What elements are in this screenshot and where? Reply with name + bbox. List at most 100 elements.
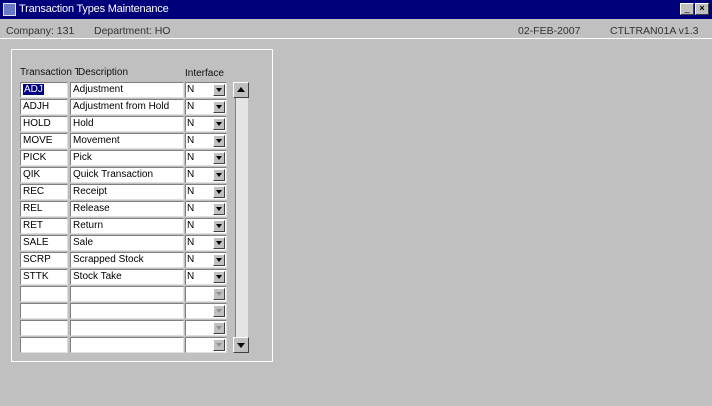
app-icon [3, 3, 16, 16]
description-field[interactable]: Quick Transaction [70, 167, 184, 183]
interface-value: N [187, 84, 195, 95]
type-code-text: ADJ [23, 84, 44, 95]
type-code-field[interactable]: MOVE [20, 133, 68, 149]
description-field[interactable] [70, 303, 184, 319]
type-code-field[interactable] [20, 320, 68, 336]
interface-value: N [187, 169, 195, 180]
header-divider [0, 38, 712, 39]
type-code-field[interactable]: HOLD [20, 116, 68, 132]
description-field[interactable] [70, 337, 184, 353]
interface-value: N [187, 220, 195, 231]
type-code-text: RET [23, 220, 43, 231]
interface-select[interactable] [185, 303, 227, 319]
type-code-field[interactable]: SCRP [20, 252, 68, 268]
description-field[interactable]: Stock Take [70, 269, 184, 285]
date-label: 02-FEB-2007 [518, 25, 581, 37]
type-code-field[interactable]: RET [20, 218, 68, 234]
chevron-down-icon[interactable] [213, 203, 225, 215]
description-field[interactable]: Receipt [70, 184, 184, 200]
type-code-field[interactable] [20, 303, 68, 319]
description-field[interactable]: Adjustment [70, 82, 184, 98]
interface-select[interactable]: N [185, 252, 227, 268]
type-code-field[interactable]: REC [20, 184, 68, 200]
interface-value: N [187, 203, 195, 214]
interface-select[interactable]: N [185, 133, 227, 149]
context-bar: Company: 131 Department: HO 02-FEB-2007 … [0, 22, 712, 38]
chevron-down-icon[interactable] [213, 339, 225, 351]
interface-select[interactable]: N [185, 167, 227, 183]
title-bar: Transaction Types Maintenance _ × [0, 0, 712, 19]
interface-select[interactable]: N [185, 218, 227, 234]
description-field[interactable]: Release [70, 201, 184, 217]
type-code-field[interactable]: QIK [20, 167, 68, 183]
chevron-down-icon[interactable] [213, 84, 225, 96]
column-header-interface: Interface [185, 68, 224, 79]
chevron-down-icon[interactable] [213, 186, 225, 198]
type-code-field[interactable]: ADJ [20, 82, 68, 98]
interface-value: N [187, 101, 195, 112]
description-field[interactable]: Return [70, 218, 184, 234]
description-field[interactable] [70, 286, 184, 302]
scroll-up-icon[interactable] [233, 82, 249, 98]
interface-value: N [187, 152, 195, 163]
description-field[interactable] [70, 320, 184, 336]
interface-value: N [187, 118, 195, 129]
chevron-down-icon[interactable] [213, 288, 225, 300]
description-field[interactable]: Adjustment from Hold [70, 99, 184, 115]
description-field[interactable]: Sale [70, 235, 184, 251]
company-label: Company: 131 [6, 25, 75, 37]
description-field[interactable]: Scrapped Stock [70, 252, 184, 268]
type-code-text: SALE [23, 237, 49, 248]
interface-select[interactable] [185, 337, 227, 353]
chevron-down-icon[interactable] [213, 220, 225, 232]
description-field[interactable]: Hold [70, 116, 184, 132]
type-code-text: ADJH [23, 101, 50, 112]
interface-select[interactable] [185, 286, 227, 302]
chevron-down-icon[interactable] [213, 152, 225, 164]
form-id-label: CTLTRAN01A v1.3 [610, 25, 699, 37]
description-field[interactable]: Pick [70, 150, 184, 166]
close-button[interactable]: × [695, 3, 709, 15]
scroll-down-icon[interactable] [233, 337, 249, 353]
interface-select[interactable] [185, 320, 227, 336]
interface-select[interactable]: N [185, 99, 227, 115]
chevron-down-icon[interactable] [213, 169, 225, 181]
chevron-down-icon[interactable] [213, 305, 225, 317]
chevron-down-icon[interactable] [213, 237, 225, 249]
type-code-field[interactable]: ADJH [20, 99, 68, 115]
type-code-field[interactable] [20, 286, 68, 302]
interface-value: N [187, 135, 195, 146]
minimize-button[interactable]: _ [680, 3, 694, 15]
interface-select[interactable]: N [185, 201, 227, 217]
interface-select[interactable]: N [185, 150, 227, 166]
interface-select[interactable]: N [185, 116, 227, 132]
type-code-text: SCRP [23, 254, 51, 265]
chevron-down-icon[interactable] [213, 101, 225, 113]
type-code-field[interactable]: PICK [20, 150, 68, 166]
type-code-field[interactable]: STTK [20, 269, 68, 285]
interface-select[interactable]: N [185, 235, 227, 251]
chevron-down-icon[interactable] [213, 118, 225, 130]
window-title: Transaction Types Maintenance [19, 3, 169, 15]
vertical-scrollbar[interactable] [233, 82, 249, 353]
interface-value: N [187, 271, 195, 282]
description-field[interactable]: Movement [70, 133, 184, 149]
interface-value: N [187, 254, 195, 265]
type-code-field[interactable]: REL [20, 201, 68, 217]
chevron-down-icon[interactable] [213, 135, 225, 147]
scroll-track[interactable] [235, 98, 248, 337]
type-code-text: PICK [23, 152, 47, 163]
type-code-text: STTK [23, 271, 49, 282]
chevron-down-icon[interactable] [213, 254, 225, 266]
type-code-text: MOVE [23, 135, 53, 146]
type-code-field[interactable]: SALE [20, 235, 68, 251]
column-header-type: Transaction Type [20, 67, 78, 78]
chevron-down-icon[interactable] [213, 322, 225, 334]
interface-select[interactable]: N [185, 269, 227, 285]
type-code-text: REC [23, 186, 45, 197]
interface-select[interactable]: N [185, 82, 227, 98]
type-code-field[interactable] [20, 337, 68, 353]
interface-value: N [187, 186, 195, 197]
interface-select[interactable]: N [185, 184, 227, 200]
chevron-down-icon[interactable] [213, 271, 225, 283]
